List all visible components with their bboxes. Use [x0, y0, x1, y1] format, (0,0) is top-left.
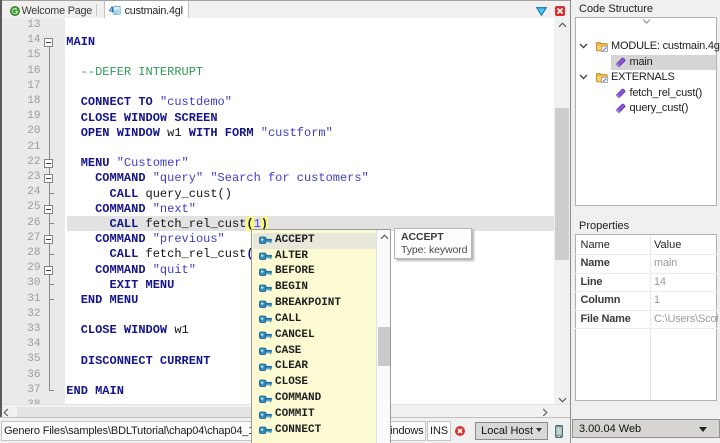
svg-text:gl: gl — [114, 9, 118, 15]
svg-text:4: 4 — [109, 5, 114, 14]
